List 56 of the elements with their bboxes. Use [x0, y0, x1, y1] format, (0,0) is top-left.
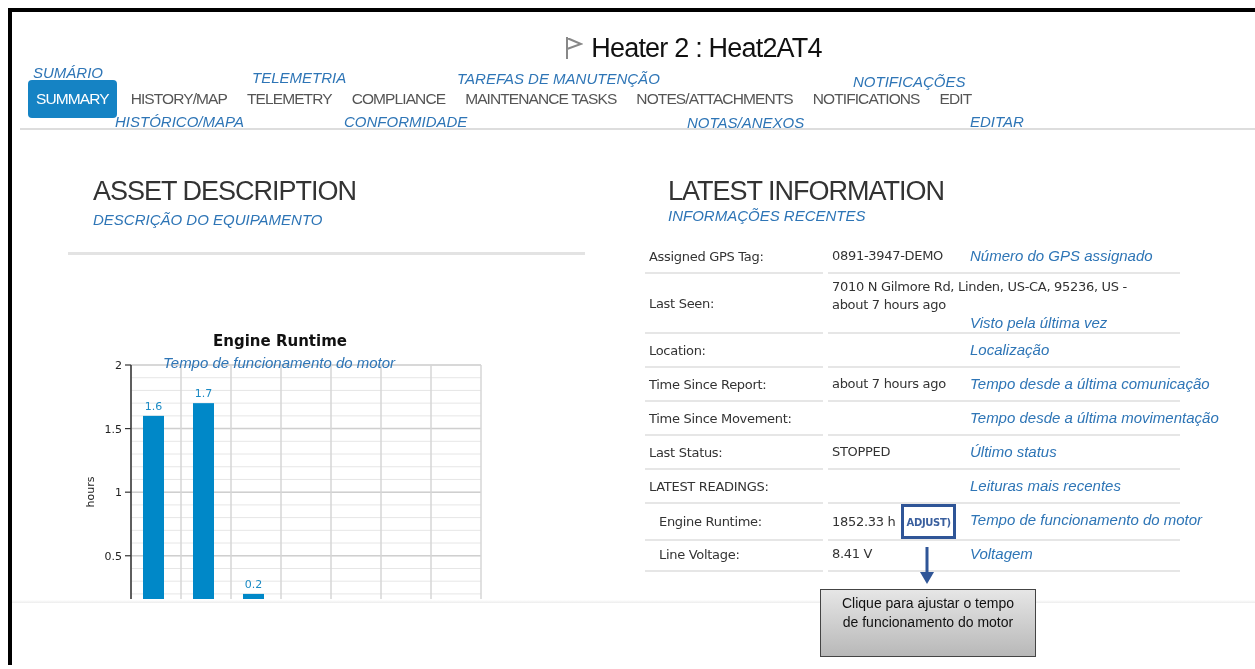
field-label: Last Status:	[645, 436, 823, 470]
translation-note: DESCRIÇÃO DO EQUIPAMENTO	[93, 211, 324, 228]
arrow-icon	[919, 547, 935, 585]
section-heading: ASSET DESCRIPTION	[93, 176, 358, 207]
translation-note: NOTIFICAÇÕES	[853, 73, 966, 90]
translation-note: EDITAR	[970, 113, 1024, 130]
translation-note: Tempo desde a última movimentação	[970, 409, 1219, 426]
field-value: 1852.33 h	[832, 512, 896, 531]
translation-note: Localização	[970, 341, 1050, 358]
axis-label: hours	[84, 476, 97, 508]
translation-note: Leituras mais recentes	[970, 477, 1121, 494]
callout-note: Clique para ajustar o tempo de funcionamento do motor	[820, 589, 1036, 657]
axis-tick	[124, 555, 132, 557]
nav-tab[interactable]: SUMMARY	[28, 80, 117, 118]
field-label: Time Since Report:	[645, 368, 823, 402]
field-value: 8.41 V	[832, 545, 873, 563]
translation-note: Número do GPS assignado	[970, 247, 1153, 264]
field-label: Line Voltage:	[645, 538, 823, 572]
translation-note: Voltagem	[970, 545, 1033, 562]
translation-note: Visto pela última vez	[970, 314, 1108, 331]
tick-label: 1	[115, 486, 122, 500]
asset-title: Heater 2 : Heat2AT4	[591, 32, 822, 64]
adjust-link[interactable]: ADJUST)	[906, 517, 951, 528]
field-label: Location:	[645, 334, 823, 368]
field-value: STOPPED	[832, 443, 891, 461]
tick-label: 1.5	[104, 422, 122, 436]
translation-note: Tempo de funcionamento do motor	[970, 511, 1203, 528]
translation-note: NOTAS/ANEXOS	[687, 114, 805, 131]
axis-tick	[124, 428, 132, 430]
data-label: 1.7	[194, 387, 213, 401]
axis-tick	[124, 364, 132, 366]
field-value: about 7 hours ago	[832, 375, 946, 393]
translation-note: Último status	[970, 443, 1057, 460]
translation-note: SUMÁRIO	[33, 64, 103, 81]
data-label: 0.2	[244, 577, 263, 591]
field-label: Engine Runtime:	[645, 504, 823, 541]
flag-icon	[565, 36, 584, 60]
field-value: 7010 N Gilmore Rd, Linden, US-CA, 95236, US - about 7 hours ago	[832, 278, 1128, 314]
field-label: Time Since Movement:	[645, 402, 823, 436]
translation-note: Tempo de funcionamento do motor	[163, 354, 396, 371]
field-label: Assigned GPS Tag:	[645, 240, 823, 274]
field-label: Last Seen:	[645, 274, 823, 334]
translation-note: Tempo desde a última comunicação	[970, 375, 1210, 392]
translation-note: INFORMAÇÕES RECENTES	[668, 207, 867, 224]
tick-label: 2	[115, 359, 122, 372]
translation-note: HISTÓRICO/MAPA	[115, 113, 244, 130]
section-heading: LATEST INFORMATION	[668, 176, 946, 207]
field-value: 0891-3947-DEMO	[832, 247, 944, 265]
field-label: LATEST READINGS:	[645, 470, 823, 504]
data-label: 1.6	[144, 399, 163, 413]
translation-note: TAREFAS DE MANUTENÇÃO	[457, 70, 660, 87]
tick-label: 0.5	[104, 549, 122, 563]
chart-title: Engine Runtime	[213, 332, 347, 350]
translation-note: TELEMETRIA	[252, 69, 347, 86]
axis-tick	[124, 491, 132, 493]
chart-bar	[243, 593, 264, 599]
